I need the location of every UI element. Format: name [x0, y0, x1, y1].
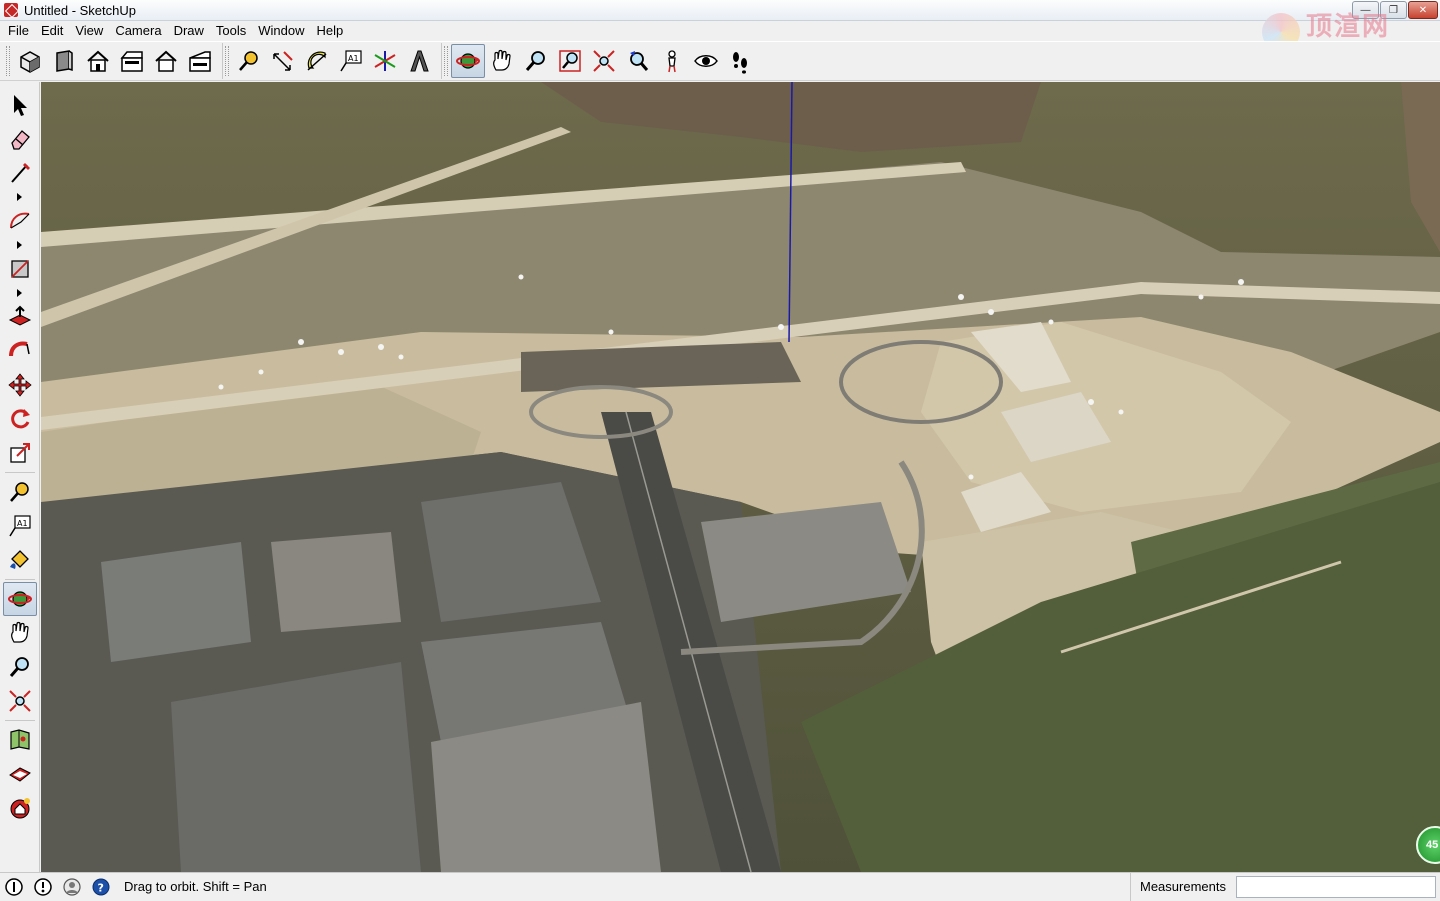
- follow-me-icon[interactable]: [3, 334, 37, 368]
- restore-button[interactable]: ❐: [1380, 1, 1407, 19]
- sketchup-logo-icon: [4, 3, 18, 17]
- main-toolbar: A1: [0, 41, 1440, 81]
- text-label-icon[interactable]: A1: [334, 44, 368, 78]
- left-view-icon[interactable]: [183, 44, 217, 78]
- menu-help[interactable]: Help: [311, 21, 350, 41]
- large-tool-set: A1: [0, 82, 40, 872]
- front-view-icon[interactable]: [81, 44, 115, 78]
- toolbar-separator: [4, 472, 35, 473]
- menu-camera[interactable]: Camera: [109, 21, 167, 41]
- zoom-extents-icon[interactable]: [587, 44, 621, 78]
- select-icon[interactable]: [3, 88, 37, 122]
- rectangle-icon[interactable]: [3, 252, 37, 286]
- flyout-arrow-icon[interactable]: [3, 190, 37, 204]
- photo-textures-icon[interactable]: [3, 757, 37, 791]
- toolbar-grip[interactable]: [444, 46, 448, 76]
- zoom-icon[interactable]: [519, 44, 553, 78]
- toolbar-grip[interactable]: [225, 46, 229, 76]
- right-view-icon[interactable]: [115, 44, 149, 78]
- tape-measure-icon[interactable]: [3, 475, 37, 509]
- menu-file[interactable]: File: [2, 21, 35, 41]
- menu-tools[interactable]: Tools: [210, 21, 252, 41]
- back-view-icon[interactable]: [149, 44, 183, 78]
- position-camera-icon[interactable]: [655, 44, 689, 78]
- svg-text:A1: A1: [348, 54, 359, 63]
- status-bar: ? Drag to orbit. Shift = Pan Measurement…: [0, 872, 1440, 901]
- minimize-button[interactable]: —: [1352, 1, 1379, 19]
- menu-view[interactable]: View: [69, 21, 109, 41]
- move-icon[interactable]: [3, 368, 37, 402]
- toolbar-separator: [4, 720, 35, 721]
- flyout-arrow-icon[interactable]: [3, 238, 37, 252]
- rotate-icon[interactable]: [3, 402, 37, 436]
- eraser-icon[interactable]: [3, 122, 37, 156]
- measurements-input[interactable]: [1236, 876, 1436, 898]
- scale-icon[interactable]: [3, 436, 37, 470]
- pan-icon[interactable]: [3, 616, 37, 650]
- add-location-icon[interactable]: [3, 723, 37, 757]
- axes-icon[interactable]: [368, 44, 402, 78]
- menu-draw[interactable]: Draw: [168, 21, 210, 41]
- paint-bucket-icon[interactable]: [3, 543, 37, 577]
- previous-view-icon[interactable]: [621, 44, 655, 78]
- zoom-window-icon[interactable]: [553, 44, 587, 78]
- aerial-photo-terrain: [41, 82, 1440, 872]
- line-icon[interactable]: [3, 156, 37, 190]
- zoom-icon[interactable]: [3, 650, 37, 684]
- iso-view-icon[interactable]: [13, 44, 47, 78]
- warehouse-icon[interactable]: [3, 791, 37, 825]
- menu-bar: File Edit View Camera Draw Tools Window …: [0, 21, 1440, 41]
- window-controls: — ❐ ✕: [1352, 1, 1438, 19]
- dimension-icon[interactable]: [266, 44, 300, 78]
- geo-location-icon[interactable]: [4, 877, 24, 897]
- push-pull-icon[interactable]: [3, 300, 37, 334]
- pan-icon[interactable]: [485, 44, 519, 78]
- orbit-icon[interactable]: [451, 44, 485, 78]
- orbit-icon[interactable]: [2, 582, 37, 616]
- text-icon[interactable]: A1: [3, 509, 37, 543]
- user-account-icon[interactable]: [62, 877, 82, 897]
- top-view-icon[interactable]: [47, 44, 81, 78]
- svg-text:?: ?: [98, 881, 104, 894]
- drawing-area[interactable]: 45: [41, 82, 1440, 872]
- camera-toolbar: [441, 43, 759, 79]
- title-bar: Untitled - SketchUp — ❐ ✕: [0, 0, 1440, 21]
- arc-icon[interactable]: [3, 204, 37, 238]
- svg-text:A1: A1: [17, 519, 28, 528]
- flyout-arrow-icon[interactable]: [3, 286, 37, 300]
- toolbar-grip[interactable]: [6, 46, 10, 76]
- menu-edit[interactable]: Edit: [35, 21, 69, 41]
- walk-icon[interactable]: [723, 44, 757, 78]
- protractor-icon[interactable]: [300, 44, 334, 78]
- zoom-extents-icon[interactable]: [3, 684, 37, 718]
- construction-toolbar: A1: [222, 43, 438, 79]
- menu-window[interactable]: Window: [252, 21, 310, 41]
- 3d-text-icon[interactable]: [402, 44, 436, 78]
- credits-icon[interactable]: [33, 877, 53, 897]
- measurements-label: Measurements: [1130, 873, 1226, 901]
- views-toolbar: [4, 43, 219, 79]
- tape-measure-icon[interactable]: [232, 44, 266, 78]
- status-hint: Drag to orbit. Shift = Pan: [124, 879, 267, 894]
- window-title: Untitled - SketchUp: [24, 2, 136, 18]
- look-around-icon[interactable]: [689, 44, 723, 78]
- close-button[interactable]: ✕: [1408, 1, 1438, 19]
- toolbar-separator: [4, 579, 35, 580]
- help-icon[interactable]: ?: [91, 877, 111, 897]
